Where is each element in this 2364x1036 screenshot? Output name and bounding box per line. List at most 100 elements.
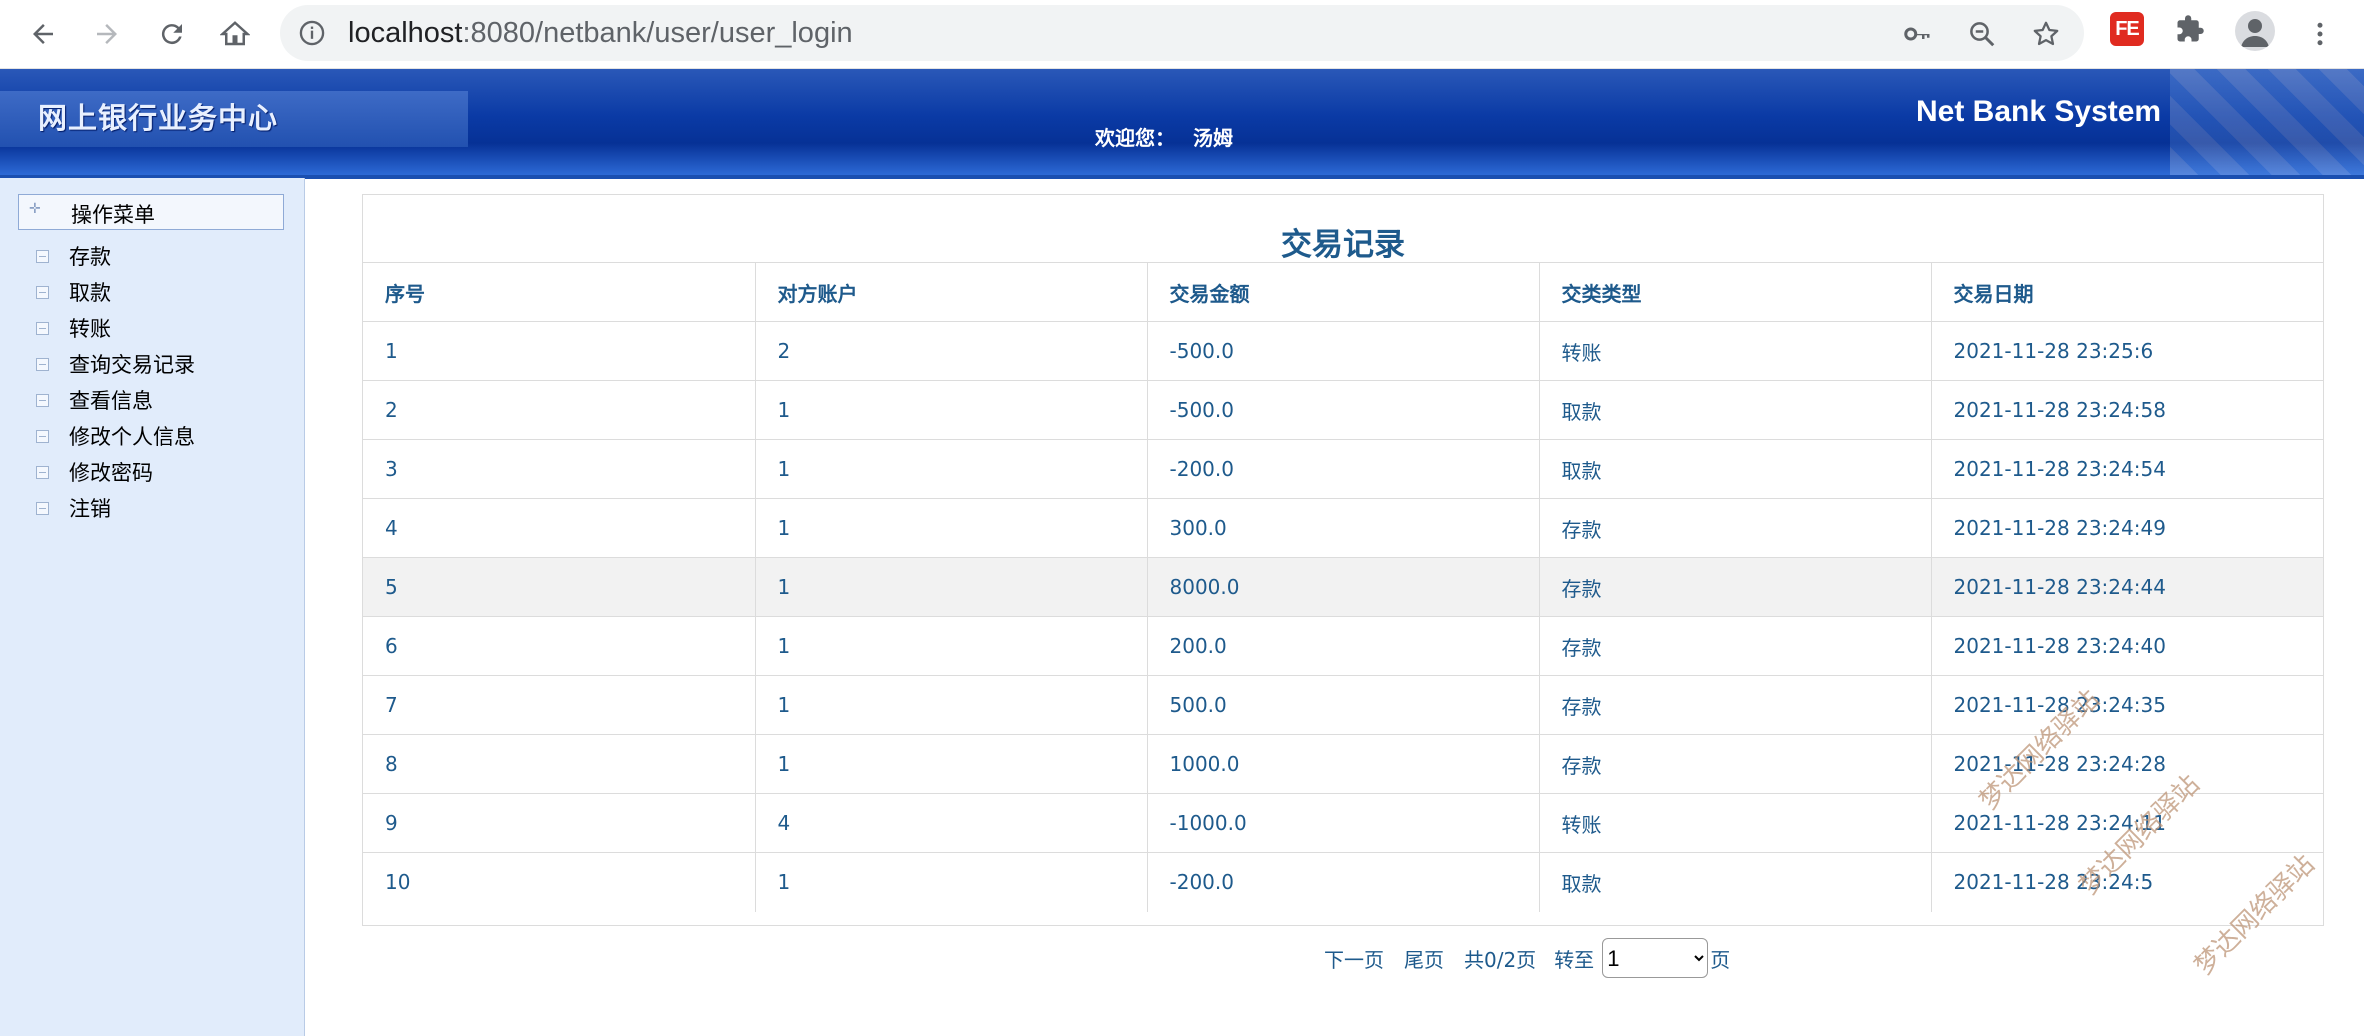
table-header-row: 序号 对方账户 交易金额 交类类型 交易日期 [363, 262, 2323, 322]
transactions-table: 序号 对方账户 交易金额 交类类型 交易日期 1 2 -500.0 转账 2021-11… [363, 262, 2323, 912]
browser-menu-button[interactable] [2300, 14, 2340, 54]
table-cell: 转账 [1539, 793, 1932, 853]
table-cell: 1 [755, 380, 1148, 440]
sidebar-item-transfer[interactable]: 转账 [36, 313, 111, 343]
table-cell: 3 [363, 439, 756, 499]
tree-node-icon [36, 357, 49, 371]
url-host: localhost [348, 17, 463, 49]
pagination: 下一页 尾页 共0/2页 转至 1 页 [1324, 938, 1730, 978]
sidebar-item-deposit[interactable]: 存款 [36, 241, 111, 271]
key-icon[interactable] [1902, 19, 1932, 49]
bookmark-star-icon[interactable] [2031, 19, 2061, 49]
table-cell: 2021-11-28 23:24:35 [1931, 675, 2323, 735]
table-cell: 存款 [1539, 557, 1932, 617]
table-cell: 2021-11-28 23:24:54 [1931, 439, 2323, 499]
sidebar-item-label: 注销 [69, 497, 111, 521]
page-title: 交易记录 [1281, 227, 1405, 263]
table-cell: 2 [363, 380, 756, 440]
table-cell: 2021-11-28 23:25:6 [1931, 321, 2323, 381]
back-arrow-icon [33, 24, 53, 44]
profile-avatar-icon[interactable] [2235, 11, 2275, 51]
last-page-link[interactable]: 尾页 [1404, 944, 1444, 973]
sidebar-item-transactions[interactable]: 查询交易记录 [36, 349, 195, 379]
table-cell: 4 [363, 498, 756, 558]
table-cell: 转账 [1539, 321, 1932, 381]
table-row: 3 1 -200.0 取款 2021-11-28 23:24:54 [363, 439, 2323, 499]
sidebar-item-label: 存款 [69, 245, 111, 269]
table-cell: 6 [363, 616, 756, 676]
table-cell: 取款 [1539, 852, 1932, 912]
sidebar-item-label: 修改密码 [69, 461, 153, 485]
table-cell: 存款 [1539, 734, 1932, 794]
table-cell: 存款 [1539, 498, 1932, 558]
table-cell: 存款 [1539, 675, 1932, 735]
table-cell: -500.0 [1147, 321, 1540, 381]
back-button[interactable] [23, 14, 63, 54]
site-title: 网上银行业务中心 [38, 101, 279, 135]
table-cell: -200.0 [1147, 439, 1540, 499]
address-bar[interactable]: localhost:8080/netbank/user/user_login [280, 5, 2084, 61]
table-cell: 8000.0 [1147, 557, 1540, 617]
browser-toolbar: localhost:8080/netbank/user/user_login F… [0, 0, 2364, 69]
url-path: :8080/netbank/user/user_login [462, 17, 853, 49]
transactions-panel: 交易记录 序号 对方账户 交易金额 交类类型 交易日期 1 2 -500.0 转账 20… [362, 194, 2324, 926]
fe-extension-icon[interactable]: FE [2110, 12, 2144, 46]
sidebar-item-logout[interactable]: 注销 [36, 493, 111, 523]
expand-icon: ✛ [29, 201, 41, 217]
brand-name: Net Bank System [1916, 95, 2162, 128]
home-icon [220, 21, 250, 46]
table-cell: 4 [755, 793, 1148, 853]
tree-node-icon [36, 321, 49, 335]
table-cell: 2 [755, 321, 1148, 381]
column-header: 序号 [363, 262, 756, 322]
tree-node-icon [36, 465, 49, 479]
table-row: 1 2 -500.0 转账 2021-11-28 23:25:6 [363, 321, 2323, 381]
tree-node-icon [36, 429, 49, 443]
table-row: 10 1 -200.0 取款 2021-11-28 23:24:5 [363, 852, 2323, 912]
table-row: 2 1 -500.0 取款 2021-11-28 23:24:58 [363, 380, 2323, 440]
table-cell: 1 [363, 321, 756, 381]
table-row: 9 4 -1000.0 转账 2021-11-28 23:24:11 [363, 793, 2323, 853]
sidebar-item-label: 修改个人信息 [69, 425, 195, 449]
table-cell: 2021-11-28 23:24:49 [1931, 498, 2323, 558]
next-page-link[interactable]: 下一页 [1324, 944, 1384, 973]
page-suffix: 页 [1710, 947, 1731, 972]
table-row: 7 1 500.0 存款 2021-11-28 23:24:35 [363, 675, 2323, 735]
user-name: 汤姆 [1193, 126, 1233, 150]
sidebar-item-edit-profile[interactable]: 修改个人信息 [36, 421, 195, 451]
page-select[interactable]: 1 [1602, 938, 1709, 978]
table-cell: 1 [755, 498, 1148, 558]
sidebar-item-label: 转账 [69, 317, 111, 341]
table-cell: 2021-11-28 23:24:58 [1931, 380, 2323, 440]
table-cell: -500.0 [1147, 380, 1540, 440]
table-row-highlighted: 5 1 8000.0 存款 2021-11-28 23:24:44 [363, 557, 2323, 617]
zoom-out-icon[interactable] [1967, 19, 1997, 49]
forward-button[interactable] [87, 14, 127, 54]
reload-icon [161, 24, 182, 45]
url-text: localhost:8080/netbank/user/user_login [348, 5, 853, 61]
table-cell: 2021-11-28 23:24:40 [1931, 616, 2323, 676]
site-banner: 网上银行业务中心 欢迎您： 汤姆 Net Bank System [0, 69, 2364, 179]
table-cell: 5 [363, 557, 756, 617]
sidebar-item-withdraw[interactable]: 取款 [36, 277, 111, 307]
menu-header[interactable]: ✛ 操作菜单 [18, 194, 284, 230]
table-cell: 取款 [1539, 380, 1932, 440]
sidebar-item-view-info[interactable]: 查看信息 [36, 385, 153, 415]
sidebar-item-label: 查看信息 [69, 389, 153, 413]
table-cell: 1 [755, 557, 1148, 617]
home-button[interactable] [215, 14, 255, 54]
table-cell: -200.0 [1147, 852, 1540, 912]
sidebar-item-change-password[interactable]: 修改密码 [36, 457, 153, 487]
extensions-puzzle-icon[interactable] [2173, 12, 2207, 46]
table-row: 6 1 200.0 存款 2021-11-28 23:24:40 [363, 616, 2323, 676]
table-cell: 1 [755, 734, 1148, 794]
table-cell: 300.0 [1147, 498, 1540, 558]
info-icon[interactable] [298, 19, 326, 47]
table-cell: 500.0 [1147, 675, 1540, 735]
tree-node-icon [36, 285, 49, 299]
forward-arrow-icon [97, 24, 117, 44]
table-cell: 7 [363, 675, 756, 735]
reload-button[interactable] [152, 14, 192, 54]
sidebar: ✛ 操作菜单 存款 取款 转账 查询交易记录 查看信息 修改个人信息 修改密码 … [0, 178, 305, 1036]
tree-node-icon [36, 393, 49, 407]
